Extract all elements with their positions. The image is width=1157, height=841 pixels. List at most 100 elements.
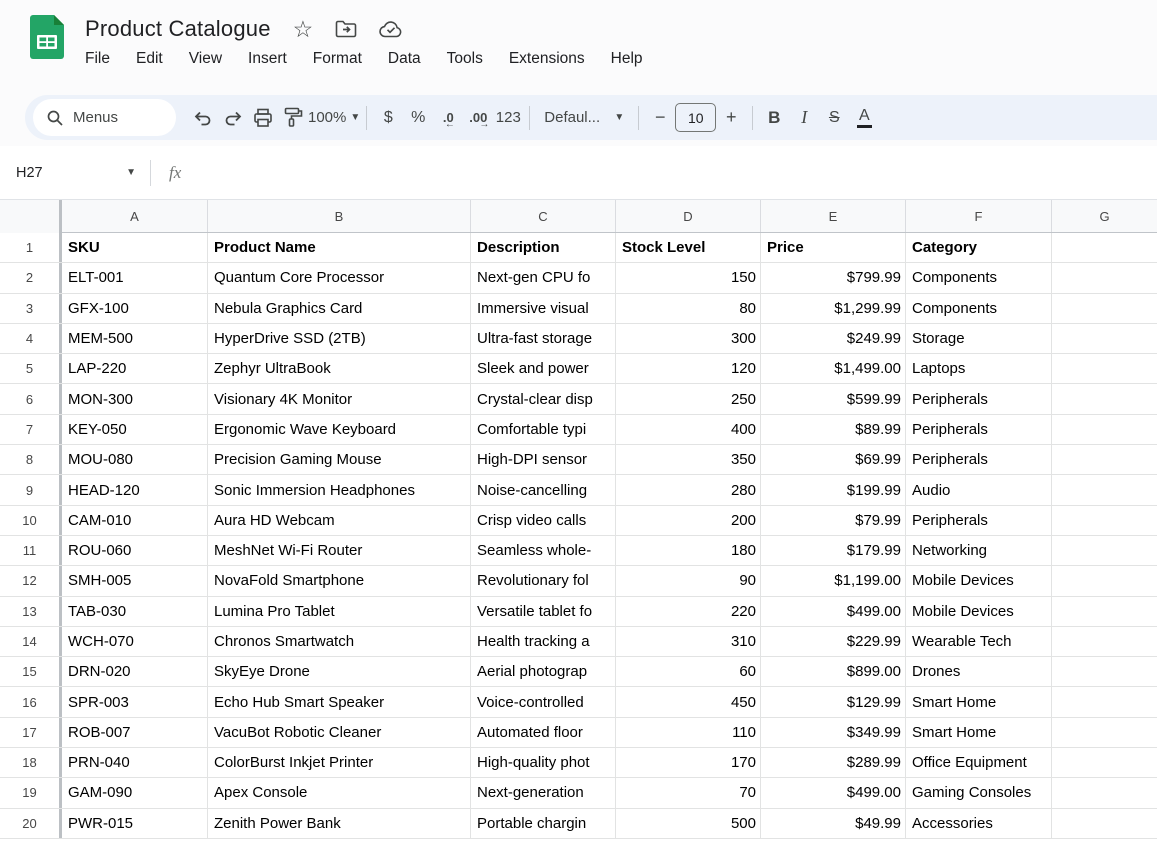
font-size-input[interactable]: 10 bbox=[675, 103, 716, 132]
increase-decimal-button[interactable]: .00→ bbox=[463, 103, 493, 133]
cell[interactable]: Office Equipment bbox=[906, 748, 1052, 777]
cell[interactable]: Gaming Consoles bbox=[906, 778, 1052, 807]
row-number[interactable]: 1 bbox=[0, 233, 62, 262]
cell[interactable]: Peripherals bbox=[906, 384, 1052, 413]
decrease-font-size-button[interactable]: − bbox=[645, 103, 675, 133]
cell[interactable]: MEM-500 bbox=[62, 324, 208, 353]
cell[interactable]: 60 bbox=[616, 657, 761, 686]
cell[interactable]: Storage bbox=[906, 324, 1052, 353]
row-number[interactable]: 9 bbox=[0, 475, 62, 504]
cell[interactable]: Visionary 4K Monitor bbox=[208, 384, 471, 413]
cell[interactable]: High-quality phot bbox=[471, 748, 616, 777]
row-number[interactable]: 11 bbox=[0, 536, 62, 565]
cell[interactable]: Networking bbox=[906, 536, 1052, 565]
column-header-b[interactable]: B bbox=[208, 200, 471, 232]
cell[interactable]: 70 bbox=[616, 778, 761, 807]
row-number[interactable]: 5 bbox=[0, 354, 62, 383]
cell[interactable]: HEAD-120 bbox=[62, 475, 208, 504]
cell[interactable]: Seamless whole- bbox=[471, 536, 616, 565]
row-number[interactable]: 12 bbox=[0, 566, 62, 595]
menu-help[interactable]: Help bbox=[611, 50, 643, 68]
print-icon[interactable] bbox=[248, 103, 278, 133]
name-box[interactable]: H27 ▼ bbox=[0, 165, 150, 181]
cell[interactable]: Laptops bbox=[906, 354, 1052, 383]
cell[interactable]: 200 bbox=[616, 506, 761, 535]
menu-data[interactable]: Data bbox=[388, 50, 421, 68]
cell[interactable]: SkyEye Drone bbox=[208, 657, 471, 686]
row-number[interactable]: 10 bbox=[0, 506, 62, 535]
cell[interactable]: MOU-080 bbox=[62, 445, 208, 474]
cell[interactable]: Product Name bbox=[208, 233, 471, 262]
cell[interactable]: DRN-020 bbox=[62, 657, 208, 686]
cell[interactable]: Lumina Pro Tablet bbox=[208, 597, 471, 626]
cell[interactable]: Noise-cancelling bbox=[471, 475, 616, 504]
cell[interactable]: 170 bbox=[616, 748, 761, 777]
column-header-a[interactable]: A bbox=[62, 200, 208, 232]
cell[interactable]: $1,199.00 bbox=[761, 566, 906, 595]
column-header-f[interactable]: F bbox=[906, 200, 1052, 232]
row-number[interactable]: 2 bbox=[0, 263, 62, 292]
row-number[interactable]: 20 bbox=[0, 809, 62, 838]
cell[interactable]: SKU bbox=[62, 233, 208, 262]
cell[interactable]: Price bbox=[761, 233, 906, 262]
cell[interactable]: $499.00 bbox=[761, 778, 906, 807]
cell[interactable]: Crisp video calls bbox=[471, 506, 616, 535]
cell[interactable]: $289.99 bbox=[761, 748, 906, 777]
cell[interactable] bbox=[1052, 324, 1157, 353]
cell[interactable]: $49.99 bbox=[761, 809, 906, 838]
italic-button[interactable]: I bbox=[789, 103, 819, 133]
row-number[interactable]: 17 bbox=[0, 718, 62, 747]
cell[interactable]: Zephyr UltraBook bbox=[208, 354, 471, 383]
cell[interactable]: Description bbox=[471, 233, 616, 262]
cell[interactable]: SMH-005 bbox=[62, 566, 208, 595]
cell[interactable]: Next-generation bbox=[471, 778, 616, 807]
cell[interactable]: Apex Console bbox=[208, 778, 471, 807]
row-number[interactable]: 15 bbox=[0, 657, 62, 686]
font-family-select[interactable]: Defaul... ▼ bbox=[536, 103, 632, 133]
increase-font-size-button[interactable]: + bbox=[716, 103, 746, 133]
cell[interactable]: 300 bbox=[616, 324, 761, 353]
cell[interactable] bbox=[1052, 687, 1157, 716]
cell[interactable] bbox=[1052, 597, 1157, 626]
cell[interactable]: MON-300 bbox=[62, 384, 208, 413]
cell[interactable]: $499.00 bbox=[761, 597, 906, 626]
cell[interactable]: Revolutionary fol bbox=[471, 566, 616, 595]
cell[interactable]: $79.99 bbox=[761, 506, 906, 535]
cell[interactable]: Peripherals bbox=[906, 445, 1052, 474]
row-number[interactable]: 4 bbox=[0, 324, 62, 353]
cell[interactable]: Aura HD Webcam bbox=[208, 506, 471, 535]
cell[interactable]: Smart Home bbox=[906, 687, 1052, 716]
cell[interactable]: $179.99 bbox=[761, 536, 906, 565]
cell[interactable]: 310 bbox=[616, 627, 761, 656]
cell[interactable]: Chronos Smartwatch bbox=[208, 627, 471, 656]
cell[interactable]: 350 bbox=[616, 445, 761, 474]
cell[interactable]: Peripherals bbox=[906, 506, 1052, 535]
row-number[interactable]: 13 bbox=[0, 597, 62, 626]
cell[interactable] bbox=[1052, 657, 1157, 686]
cell[interactable]: Smart Home bbox=[906, 718, 1052, 747]
menu-file[interactable]: File bbox=[85, 50, 110, 68]
cell[interactable]: $129.99 bbox=[761, 687, 906, 716]
cell[interactable]: $199.99 bbox=[761, 475, 906, 504]
cell[interactable]: Voice-controlled bbox=[471, 687, 616, 716]
cell[interactable]: $1,299.99 bbox=[761, 294, 906, 323]
cell[interactable]: GFX-100 bbox=[62, 294, 208, 323]
cell[interactable]: 400 bbox=[616, 415, 761, 444]
cell[interactable]: Ergonomic Wave Keyboard bbox=[208, 415, 471, 444]
cell[interactable]: SPR-003 bbox=[62, 687, 208, 716]
cell[interactable] bbox=[1052, 627, 1157, 656]
cell[interactable]: Wearable Tech bbox=[906, 627, 1052, 656]
cell[interactable] bbox=[1052, 354, 1157, 383]
row-number[interactable]: 16 bbox=[0, 687, 62, 716]
cell[interactable] bbox=[1052, 415, 1157, 444]
row-number[interactable]: 8 bbox=[0, 445, 62, 474]
strikethrough-button[interactable]: S bbox=[819, 103, 849, 133]
cell[interactable]: ROU-060 bbox=[62, 536, 208, 565]
format-currency-button[interactable]: $ bbox=[373, 103, 403, 133]
cell[interactable]: 120 bbox=[616, 354, 761, 383]
cell[interactable]: Versatile tablet fo bbox=[471, 597, 616, 626]
cell[interactable] bbox=[1052, 445, 1157, 474]
cloud-saved-icon[interactable] bbox=[379, 21, 403, 38]
cell[interactable]: Quantum Core Processor bbox=[208, 263, 471, 292]
cell[interactable]: 280 bbox=[616, 475, 761, 504]
